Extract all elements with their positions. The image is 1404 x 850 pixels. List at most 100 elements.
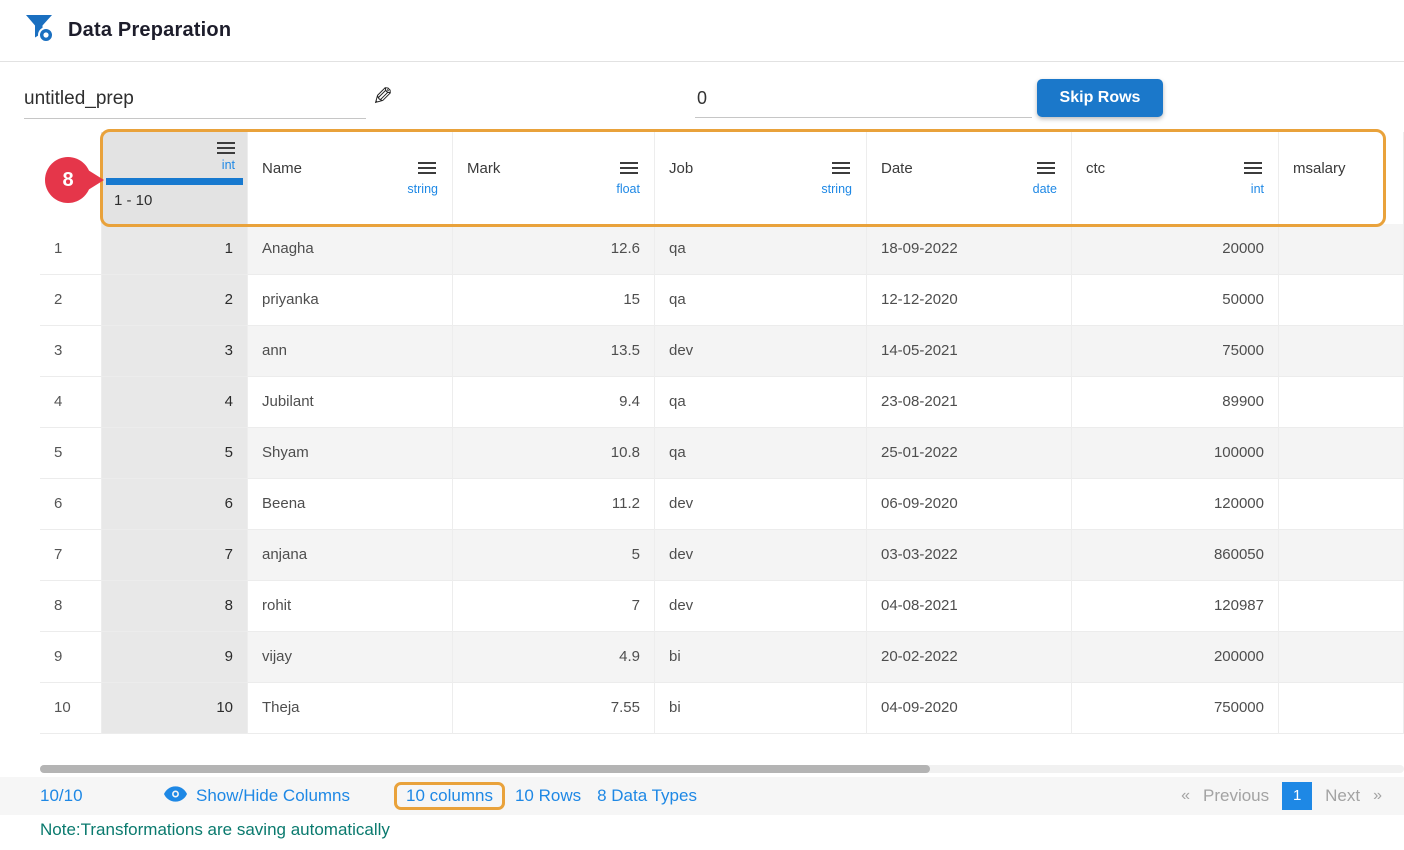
table-row: 1010Theja7.55bi04-09-2020750000 [40,683,1404,734]
mark-cell: 7 [453,581,655,632]
current-page-button[interactable]: 1 [1282,782,1312,810]
badge-count: 8 [45,157,91,203]
name-cell: Jubilant [248,377,453,428]
job-cell: qa [655,275,867,326]
msalary-cell [1279,581,1404,632]
table-row: 88rohit7dev04-08-2021120987 [40,581,1404,632]
mark-cell: 13.5 [453,326,655,377]
job-cell: bi [655,632,867,683]
date-cell: 23-08-2021 [867,377,1072,428]
column-label: Mark [467,160,500,177]
table-row: 44Jubilant9.4qa23-08-202189900 [40,377,1404,428]
ctc-cell: 20000 [1072,224,1279,275]
msalary-cell [1279,275,1404,326]
mark-cell: 10.8 [453,428,655,479]
name-cell: Theja [248,683,453,734]
name-cell: anjana [248,530,453,581]
column-menu-icon[interactable] [418,162,436,174]
ctc-cell: 200000 [1072,632,1279,683]
show-hide-columns-label: Show/Hide Columns [196,786,350,806]
skip-rows-button[interactable]: Skip Rows [1037,79,1163,117]
previous-arrow-icon[interactable]: « [1181,787,1190,805]
msalary-cell [1279,479,1404,530]
ctc-cell: 750000 [1072,683,1279,734]
job-cell: dev [655,326,867,377]
autosave-note: Note:Transformations are saving automati… [40,820,1404,840]
column-menu-icon[interactable] [1244,162,1262,174]
num-cell: 3 [40,326,102,377]
msalary-cell [1279,326,1404,377]
horizontal-scrollbar[interactable] [40,765,1404,773]
column-range: 1 - 10 [114,192,152,209]
num-cell: 9 [40,632,102,683]
row-count-indicator: 10/10 [40,786,164,806]
edit-pencil-icon[interactable]: ✎ [372,82,393,112]
prep-toolbar: ✎ Skip Rows [0,62,1404,132]
data-table: 8 int 1 - 10 Name string Mark float [40,132,1404,777]
table-grid: int 1 - 10 Name string Mark float Job st… [40,132,1404,734]
column-label: Date [881,160,913,177]
index-cell: 3 [102,326,248,377]
column-menu-icon[interactable] [217,142,235,154]
column-header-date[interactable]: Date date [867,132,1072,224]
ctc-cell: 75000 [1072,326,1279,377]
index-column-header[interactable]: int 1 - 10 [102,132,248,224]
num-cell: 8 [40,581,102,632]
mark-cell: 15 [453,275,655,326]
mark-cell: 12.6 [453,224,655,275]
table-row: 11Anagha12.6qa18-09-202220000 [40,224,1404,275]
column-header-job[interactable]: Job string [655,132,867,224]
index-cell: 10 [102,683,248,734]
job-cell: dev [655,581,867,632]
next-arrow-icon[interactable]: » [1373,787,1382,805]
column-label: Job [669,160,693,177]
column-type: string [407,182,438,196]
table-row: 33ann13.5dev14-05-202175000 [40,326,1404,377]
column-distribution-bar [106,178,243,185]
column-type: float [616,182,640,196]
mark-cell: 4.9 [453,632,655,683]
column-header-name[interactable]: Name string [248,132,453,224]
index-cell: 7 [102,530,248,581]
index-cell: 4 [102,377,248,428]
column-menu-icon[interactable] [1037,162,1055,174]
column-menu-icon[interactable] [620,162,638,174]
next-page-button[interactable]: Next [1325,786,1360,806]
mark-cell: 7.55 [453,683,655,734]
name-cell: ann [248,326,453,377]
table-row: 99vijay4.9bi20-02-2022200000 [40,632,1404,683]
msalary-cell [1279,632,1404,683]
date-cell: 20-02-2022 [867,632,1072,683]
columns-count-label[interactable]: 10 columns [394,782,505,810]
num-cell: 7 [40,530,102,581]
step-count-badge: 8 [45,157,111,203]
job-cell: dev [655,479,867,530]
column-label: ctc [1086,160,1105,177]
num-cell: 5 [40,428,102,479]
table-body: 11Anagha12.6qa18-09-20222000022priyanka1… [40,224,1404,734]
num-cell: 1 [40,224,102,275]
table-row: 77anjana5dev03-03-2022860050 [40,530,1404,581]
mark-cell: 5 [453,530,655,581]
ctc-cell: 860050 [1072,530,1279,581]
job-cell: qa [655,377,867,428]
column-menu-icon[interactable] [832,162,850,174]
column-header-ctc[interactable]: ctc int [1072,132,1279,224]
date-cell: 12-12-2020 [867,275,1072,326]
scrollbar-thumb[interactable] [40,765,930,773]
table-row: 22priyanka15qa12-12-202050000 [40,275,1404,326]
num-cell: 2 [40,275,102,326]
column-type: date [1033,182,1057,196]
date-cell: 03-03-2022 [867,530,1072,581]
column-header-mark[interactable]: Mark float [453,132,655,224]
previous-page-button[interactable]: Previous [1203,786,1269,806]
column-label: Name [262,160,302,177]
pagination: « Previous 1 Next » [1181,782,1382,810]
skip-rows-input[interactable] [695,86,1032,118]
table-footer: 10/10 Show/Hide Columns 10 columns 10 Ro… [0,777,1404,815]
num-cell: 4 [40,377,102,428]
column-header-msalary[interactable]: msalary [1279,132,1404,224]
ctc-cell: 50000 [1072,275,1279,326]
prep-name-input[interactable] [24,86,366,119]
show-hide-columns-toggle[interactable]: Show/Hide Columns [164,786,350,807]
